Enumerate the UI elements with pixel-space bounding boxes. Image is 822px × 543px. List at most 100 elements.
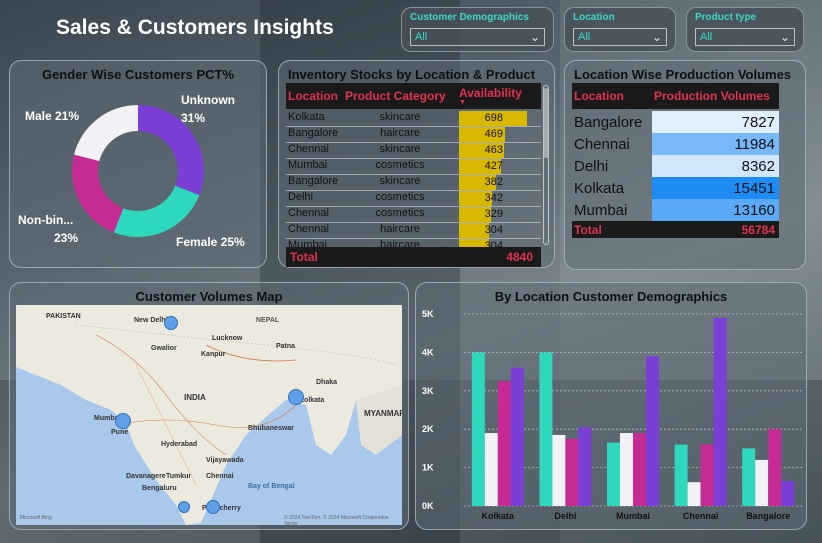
bar-bangalore-series-3[interactable] (768, 429, 782, 506)
total-label: Total (290, 250, 318, 264)
panel-title: Inventory Stocks by Location & Product (288, 67, 536, 82)
bar-kolkata-series-3[interactable] (497, 381, 511, 506)
donut-slice-male[interactable] (74, 105, 138, 162)
cell-category: cosmetics (375, 191, 425, 203)
bar-bangalore-series-1[interactable] (742, 448, 756, 506)
table-row[interactable]: Kolkata 15451 (572, 177, 779, 199)
bar-delhi-series-3[interactable] (565, 438, 579, 506)
bar-bangalore-series-4[interactable] (781, 481, 795, 506)
cell-location: Kolkata (288, 111, 325, 123)
slicer-label: Product type (695, 12, 757, 23)
map-bubble-delhi[interactable] (164, 316, 178, 330)
slicer-dropdown[interactable]: All ⌄ (410, 28, 545, 46)
cell-availability: 329 (457, 207, 541, 222)
table-row[interactable]: Chennai skincare 463 (286, 143, 541, 159)
bar-chennai-series-1[interactable] (674, 444, 688, 506)
slicer-location[interactable]: Location All ⌄ (564, 7, 676, 52)
slicer-product-type[interactable]: Product type All ⌄ (686, 7, 804, 52)
donut-slice-female[interactable] (113, 185, 200, 237)
cell-category: haircare (380, 223, 420, 235)
bar-mumbai-series-1[interactable] (607, 442, 620, 506)
table-row[interactable]: Mumbai cosmetics 427 (286, 159, 541, 175)
map-label: Dhaka (316, 379, 338, 386)
table-row[interactable]: Chennai cosmetics 329 (286, 207, 541, 223)
table-scrollbar[interactable] (543, 85, 549, 245)
map-label: INDIA (184, 393, 206, 402)
cell-category: skincare (379, 143, 421, 155)
map-label: Gwalior (151, 345, 177, 352)
slicer-label: Location (573, 12, 615, 23)
bar-mumbai-series-4[interactable] (646, 356, 659, 506)
donut-slice-non-binary[interactable] (72, 154, 124, 233)
map-bubble-kolkata[interactable] (288, 389, 304, 405)
cell-location: Bangalore (288, 175, 339, 187)
map-label: Bengaluru (142, 485, 177, 492)
table-row[interactable]: Bangalore haircare 469 (286, 127, 541, 143)
bar-chennai-series-3[interactable] (700, 444, 714, 506)
bar-kolkata-series-4[interactable] (510, 367, 524, 506)
bar-kolkata-series-1[interactable] (471, 352, 485, 506)
cell-location: Bangalore (288, 127, 339, 139)
cell-location: Chennai (288, 223, 329, 235)
bar-bangalore-series-2[interactable] (755, 459, 769, 506)
cell-location: Delhi (574, 157, 609, 175)
cell-production-volume: 13160 (652, 199, 779, 221)
table-row[interactable]: Chennai haircare 304 (286, 223, 541, 239)
map-label: Lucknow (212, 335, 243, 342)
bar-delhi-series-4[interactable] (578, 427, 592, 506)
table-row[interactable]: Delhi 8362 (572, 155, 779, 177)
total-value: 4840 (506, 250, 533, 264)
y-tick-label: 1K (422, 463, 434, 473)
bar-kolkata-series-2[interactable] (484, 433, 498, 506)
table-row[interactable]: Mumbai 13160 (572, 199, 779, 221)
cell-availability: 304 (457, 223, 541, 238)
map-label: Bhubaneswar (248, 425, 294, 432)
table-row[interactable]: Chennai 11984 (572, 133, 779, 155)
x-tick-label: Kolkata (482, 511, 516, 521)
dashboard-title: Sales & Customers Insights (56, 16, 334, 39)
table-row[interactable]: Bangalore 7827 (572, 111, 779, 133)
total-value: 56784 (741, 222, 775, 237)
column-header[interactable]: Location (286, 83, 343, 109)
bar-delhi-series-1[interactable] (539, 352, 553, 506)
bar-mumbai-series-3[interactable] (633, 433, 646, 506)
scrollbar-thumb[interactable] (544, 88, 548, 158)
map-label: Tumkur (166, 473, 192, 480)
column-header-label: Availability (459, 86, 522, 100)
cell-location: Chennai (288, 143, 329, 155)
column-chart: 0K 1K 2K 3K 4K 5K Kolkata Delhi Mumbai Chennai Ban… (422, 309, 802, 521)
cell-production-volume: 15451 (652, 177, 779, 199)
bar-chennai-series-2[interactable] (687, 482, 701, 506)
panel-title: Location Wise Production Volumes (574, 67, 792, 82)
customer-map[interactable]: PAKISTAN New Delhi NEPAL Lucknow Patna G… (16, 305, 402, 525)
cell-location: Bangalore (574, 113, 643, 131)
column-header[interactable]: Location (572, 83, 652, 109)
donut-label-unknown-pct: 31% (181, 111, 206, 125)
bar-mumbai-series-2[interactable] (620, 433, 633, 506)
cell-availability: 463 (457, 143, 541, 158)
bar-chennai-series-4[interactable] (713, 317, 727, 506)
chevron-down-icon[interactable]: ⌄ (652, 31, 662, 43)
bar-delhi-series-2[interactable] (552, 434, 566, 506)
column-header[interactable]: Production Volumes (652, 83, 779, 109)
table-row[interactable]: Bangalore skincare 382 (286, 175, 541, 191)
column-header[interactable]: Product Category (343, 83, 457, 109)
donut-label-female: Female 25% (176, 235, 245, 249)
table-total-row: Total 4840 (286, 247, 541, 267)
table-row[interactable]: Kolkata skincare 698 (286, 111, 541, 127)
slicer-dropdown[interactable]: All ⌄ (695, 28, 795, 46)
availability-value: 427 (484, 160, 503, 172)
map-bubble-bangalore[interactable] (178, 501, 190, 513)
y-tick-label: 5K (422, 309, 434, 319)
donut-label-nonbinary: Non-bin... (18, 213, 74, 227)
slicer-dropdown[interactable]: All ⌄ (573, 28, 667, 46)
x-tick-label: Bangalore (746, 511, 790, 521)
slicer-customer-demographics[interactable]: Customer Demographics All ⌄ (401, 7, 554, 52)
cell-category: haircare (380, 127, 420, 139)
map-bubble-mumbai[interactable] (115, 413, 131, 429)
table-row[interactable]: Delhi cosmetics 342 (286, 191, 541, 207)
map-bubble-chennai[interactable] (206, 500, 220, 514)
chevron-down-icon[interactable]: ⌄ (780, 31, 790, 43)
chevron-down-icon[interactable]: ⌄ (530, 31, 540, 43)
column-header-sorted[interactable]: Availability ▼ (457, 83, 541, 109)
